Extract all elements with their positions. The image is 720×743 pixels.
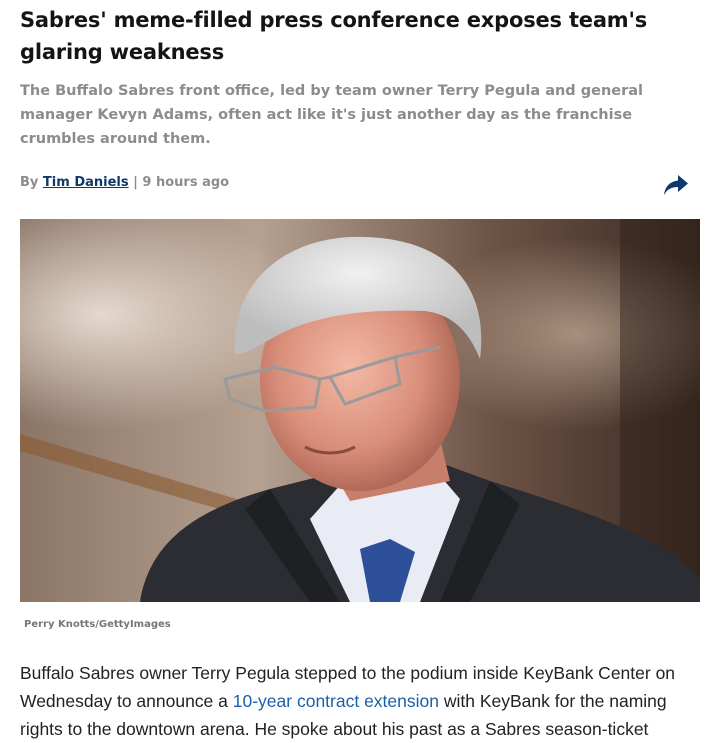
article-headline: Sabres' meme-filled press conference exp… <box>20 8 648 64</box>
share-button[interactable] <box>662 172 690 198</box>
article-body-paragraph: Buffalo Sabres owner Terry Pegula steppe… <box>20 659 700 743</box>
image-credit: Perry Knotts/GettyImages <box>24 619 171 630</box>
article: Sabres' meme-filled press conference exp… <box>0 0 720 739</box>
share-arrow-icon <box>664 175 688 195</box>
publish-time: 9 hours ago <box>142 175 230 190</box>
contract-extension-link[interactable]: 10-year contract extension <box>233 691 439 711</box>
hero-photo-illustration <box>20 219 700 602</box>
byline: By Tim Daniels | 9 hours ago <box>20 175 229 190</box>
byline-separator: | <box>128 175 143 190</box>
article-subhead: The Buffalo Sabres front office, led by … <box>20 83 644 147</box>
hero-image <box>20 219 700 602</box>
author-link[interactable]: Tim Daniels <box>43 175 129 190</box>
byline-prefix: By <box>20 175 43 190</box>
